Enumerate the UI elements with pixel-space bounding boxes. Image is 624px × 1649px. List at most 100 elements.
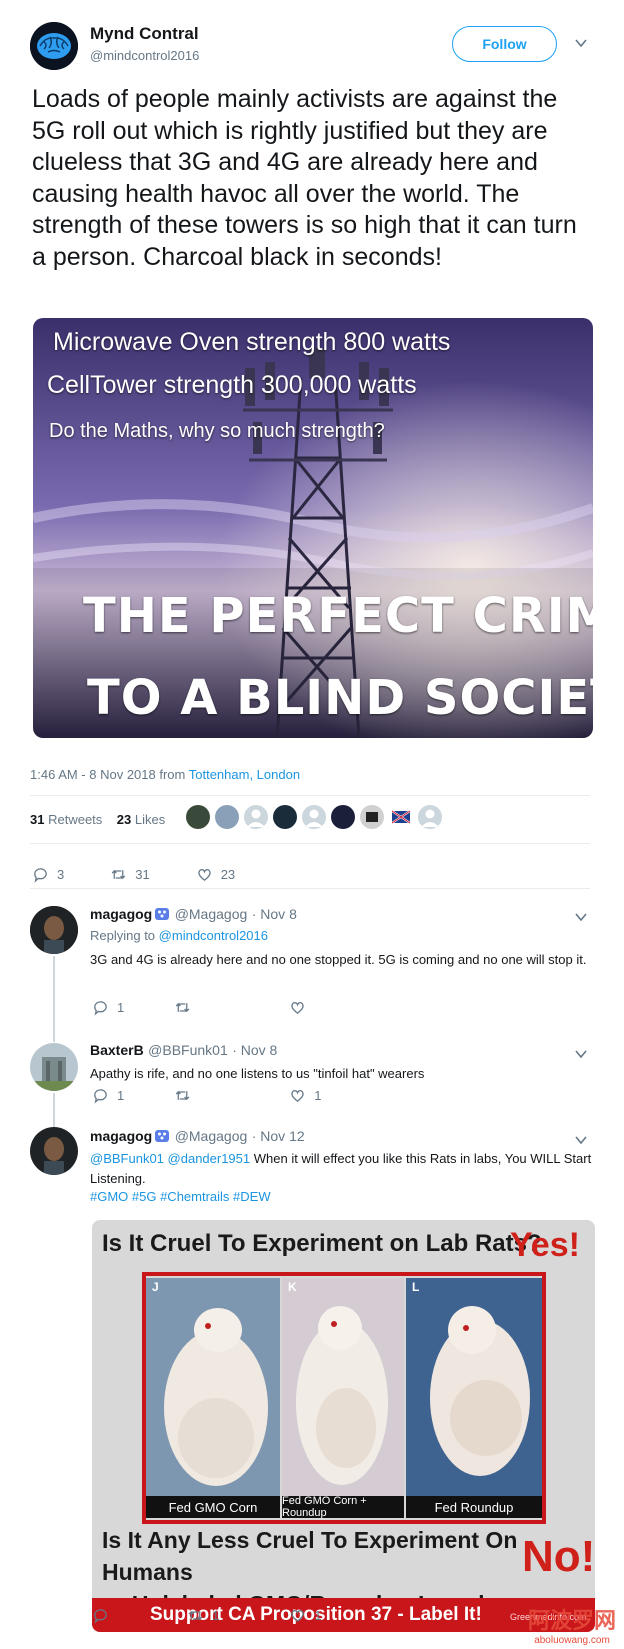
tweet-time: 1:46 AM - 8 Nov 2018 from (30, 767, 186, 782)
heart-icon (197, 869, 211, 881)
media-headline-2: TO A BLIND SOCIETY (87, 670, 593, 726)
reply-button[interactable]: 1 (92, 1087, 124, 1104)
like-count: 1 (314, 1088, 322, 1103)
watermark-chinese: 阿波罗网 (527, 1608, 616, 1633)
tweet-location[interactable]: Tottenham, London (189, 767, 300, 782)
retweet-button[interactable] (174, 1087, 199, 1104)
liker-avatar[interactable] (302, 805, 326, 829)
reply-author-handle[interactable]: @Magagog (175, 906, 248, 922)
flag-icon (391, 810, 411, 824)
tweet-image[interactable]: Microwave Oven strength 800 watts CellTo… (33, 318, 593, 738)
retweet-icon (175, 1091, 190, 1100)
reply-text-block: @BBFunk01 @dander1951 When it will effec… (90, 1149, 595, 1189)
reply-count: 3 (57, 867, 65, 882)
tweet-stats: 31 Retweets 23 Likes (30, 812, 165, 827)
reply-icon (34, 868, 47, 883)
reply-image[interactable]: Is It Cruel To Experiment on Lab Rats? Y… (92, 1220, 595, 1632)
reply-header: magagog @Magagog · Nov 8 (90, 906, 297, 924)
heart-icon (291, 1610, 304, 1622)
tweet-text: Loads of people mainly activists are aga… (32, 85, 577, 271)
reply-author-handle[interactable]: @Magagog (175, 1128, 248, 1144)
reply-count: 1 (117, 1000, 125, 1015)
reply-date[interactable]: · Nov 12 (252, 1128, 305, 1144)
liker-avatar[interactable] (273, 805, 297, 829)
retweet-button[interactable]: 1 (187, 1607, 219, 1624)
liker-avatar[interactable] (360, 805, 384, 829)
reply-text: When it will effect you like this Rats i… (90, 1151, 592, 1186)
author-avatar[interactable] (30, 22, 78, 70)
rats-title: Is It Cruel To Experiment on Lab Rats? (102, 1230, 542, 1257)
author-name[interactable]: Mynd Contral (90, 24, 199, 44)
reply-date[interactable]: · Nov 8 (232, 1042, 277, 1058)
like-button[interactable] (289, 999, 314, 1016)
rats-no: No! (522, 1532, 595, 1581)
liker-avatar[interactable] (186, 805, 210, 829)
reply-author-name[interactable]: magagog (90, 1128, 152, 1144)
reply-avatar[interactable] (30, 1043, 78, 1091)
rat-panel-l: L Fed Roundup (406, 1278, 542, 1518)
like-button[interactable]: 1 (289, 1607, 321, 1624)
likes-label[interactable]: Likes (135, 812, 165, 827)
reply-author-name[interactable]: BaxterB (90, 1042, 144, 1058)
reply-actions: 1 1 (92, 1607, 321, 1624)
liker-avatar[interactable] (244, 805, 268, 829)
liker-avatar[interactable] (331, 805, 355, 829)
reply-button[interactable]: 3 (32, 866, 64, 883)
badge-icon (155, 908, 170, 920)
liker-avatar[interactable] (389, 805, 413, 829)
reply-author-name[interactable]: magagog (90, 906, 152, 922)
chevron-down-icon[interactable] (574, 36, 588, 50)
replying-to: Replying to @mindcontrol2016 (90, 928, 268, 943)
rat-photo (146, 1278, 280, 1518)
likers-avatars (186, 805, 442, 829)
reply-date[interactable]: · Nov 8 (252, 906, 297, 922)
brain-icon (30, 22, 78, 70)
reply-count: 1 (117, 1088, 125, 1103)
face-avatar-icon (30, 906, 78, 954)
reply-button[interactable]: 1 (92, 999, 124, 1016)
chevron-down-icon[interactable] (574, 1047, 588, 1061)
chevron-down-icon[interactable] (574, 1133, 588, 1147)
rats-yes: Yes! (510, 1226, 580, 1264)
rat-panel-k: K Fed GMO Corn + Roundup (282, 1278, 404, 1518)
liker-avatar[interactable] (215, 805, 239, 829)
retweets-count[interactable]: 31 (30, 812, 44, 827)
retweet-icon (175, 1003, 190, 1012)
follow-button[interactable]: Follow (452, 26, 557, 62)
reply-author-handle[interactable]: @BBFunk01 (148, 1042, 228, 1058)
reply-text: Apathy is rife, and no one listens to us… (90, 1066, 425, 1081)
mention-link[interactable]: @BBFunk01 (90, 1151, 164, 1166)
panel-caption: Fed GMO Corn + Roundup (282, 1495, 404, 1518)
reply-text: 3G and 4G is already here and no one sto… (90, 952, 587, 967)
reply-avatar[interactable] (30, 906, 78, 954)
reply-button[interactable] (92, 1607, 117, 1624)
reply-icon (94, 1089, 107, 1104)
reply-header: BaxterB @BBFunk01 · Nov 8 (90, 1042, 277, 1060)
liker-avatar[interactable] (418, 805, 442, 829)
retweet-button[interactable] (174, 999, 199, 1016)
author-handle[interactable]: @mindcontrol2016 (90, 48, 199, 63)
panel-letter: L (412, 1280, 420, 1294)
replying-to-handle[interactable]: @mindcontrol2016 (159, 928, 268, 943)
like-button[interactable]: 23 (196, 866, 235, 883)
reply-icon (94, 1001, 107, 1016)
watermark-domain: aboluowang.com (534, 1635, 610, 1646)
site-watermark: 阿波罗网 aboluowang.com (527, 1603, 616, 1646)
likes-count[interactable]: 23 (117, 812, 131, 827)
default-avatar-icon (247, 809, 265, 827)
like-button[interactable]: 1 (289, 1087, 321, 1104)
chevron-down-icon[interactable] (574, 910, 588, 924)
hashtags[interactable]: #GMO #5G #Chemtrails #DEW (90, 1189, 271, 1204)
mention-link[interactable]: @dander1951 (168, 1151, 251, 1166)
reply-avatar[interactable] (30, 1127, 78, 1175)
landscape-avatar-icon (30, 1043, 78, 1091)
retweet-count: 31 (135, 867, 150, 882)
panel-caption: Fed GMO Corn (146, 1496, 280, 1518)
media-caption-line2: CellTower strength 300,000 watts (47, 371, 417, 399)
rat-photo (282, 1278, 404, 1518)
retweet-button[interactable]: 31 (110, 866, 150, 883)
badge-icon (155, 1130, 170, 1142)
retweets-label[interactable]: Retweets (48, 812, 102, 827)
divider (30, 888, 590, 889)
tweet-timestamp: 1:46 AM - 8 Nov 2018 from Tottenham, Lon… (30, 767, 300, 782)
